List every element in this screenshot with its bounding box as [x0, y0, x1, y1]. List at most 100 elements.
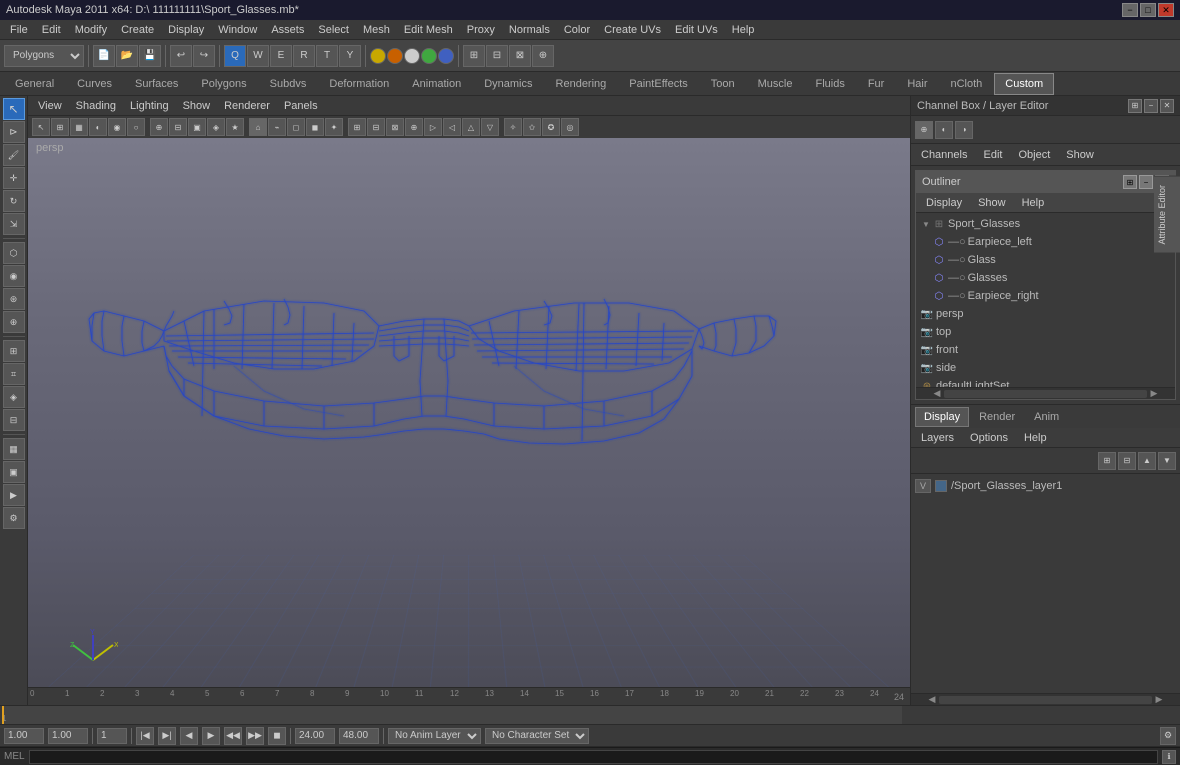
- vp-icon-23[interactable]: △: [462, 118, 480, 136]
- channel-box-close[interactable]: ✕: [1160, 99, 1174, 113]
- toolbar-btn-new[interactable]: 📄: [93, 45, 115, 67]
- menu-createuvs[interactable]: Create UVs: [598, 22, 667, 38]
- vp-icon-10[interactable]: ◈: [207, 118, 225, 136]
- toolbar-btn-misc4[interactable]: ⊕: [532, 45, 554, 67]
- vp-icon-21[interactable]: ▷: [424, 118, 442, 136]
- outliner-scroll-track[interactable]: [944, 390, 1147, 398]
- menu-window[interactable]: Window: [212, 22, 263, 38]
- outliner-float[interactable]: ⊞: [1123, 175, 1137, 189]
- ch-menu-channels[interactable]: Channels: [915, 147, 973, 163]
- layer-icon-1[interactable]: ⊞: [1098, 452, 1116, 470]
- maximize-button[interactable]: □: [1140, 3, 1156, 17]
- tab-fluids[interactable]: Fluids: [804, 73, 855, 95]
- tree-item-glass[interactable]: ⬡ —○ Glass: [916, 251, 1175, 269]
- playback-sound-end[interactable]: [339, 728, 379, 744]
- expand-icon[interactable]: ▼: [920, 218, 932, 230]
- tab-surfaces[interactable]: Surfaces: [124, 73, 189, 95]
- menu-display[interactable]: Display: [162, 22, 210, 38]
- tool-show-manipulator[interactable]: ⊕: [3, 311, 25, 333]
- menu-proxy[interactable]: Proxy: [461, 22, 501, 38]
- tool-universal[interactable]: ⬡: [3, 242, 25, 264]
- playback-step-forward[interactable]: ▶: [202, 727, 220, 745]
- playback-go-end[interactable]: ▶|: [158, 727, 176, 745]
- outliner-scrollbar[interactable]: ◀ ▶: [916, 387, 1175, 399]
- tab-muscle[interactable]: Muscle: [747, 73, 804, 95]
- vp-icon-7[interactable]: ⊕: [150, 118, 168, 136]
- attr-editor-tab[interactable]: Attribute Editor: [1154, 176, 1180, 253]
- tool-move[interactable]: ✛: [3, 167, 25, 189]
- vp-menu-renderer[interactable]: Renderer: [218, 98, 276, 114]
- menu-color[interactable]: Color: [558, 22, 596, 38]
- vp-icon-2[interactable]: ⊞: [51, 118, 69, 136]
- outliner-minimize[interactable]: −: [1139, 175, 1153, 189]
- toolbar-btn-6[interactable]: Y: [339, 45, 361, 67]
- tool-render[interactable]: ▶: [3, 484, 25, 506]
- layers-scroll-track[interactable]: [939, 696, 1152, 704]
- tool-lasso[interactable]: ⊳: [3, 121, 25, 143]
- playback-play-forward[interactable]: ▶▶: [246, 727, 264, 745]
- vp-icon-25[interactable]: ✧: [504, 118, 522, 136]
- tool-snap-view[interactable]: ⊟: [3, 409, 25, 431]
- outl-menu-show[interactable]: Show: [972, 195, 1012, 211]
- ch-icon-2[interactable]: ◐: [935, 121, 953, 139]
- toolbar-btn-misc3[interactable]: ⊠: [509, 45, 531, 67]
- vp-icon-11[interactable]: ★: [226, 118, 244, 136]
- vp-icon-26[interactable]: ✩: [523, 118, 541, 136]
- layers-scroll-right[interactable]: ▶: [1152, 694, 1166, 705]
- tree-item-earpiece-left[interactable]: ⬡ —○ Earpiece_left: [916, 233, 1175, 251]
- tab-toon[interactable]: Toon: [700, 73, 746, 95]
- tool-soft-mod[interactable]: ◉: [3, 265, 25, 287]
- vp-icon-1[interactable]: ↖: [32, 118, 50, 136]
- tree-item-front[interactable]: 📷 front: [916, 341, 1175, 359]
- vp-icon-3[interactable]: ▦: [70, 118, 88, 136]
- playback-go-start[interactable]: |◀: [136, 727, 154, 745]
- vp-icon-17[interactable]: ⊞: [348, 118, 366, 136]
- ch-icon-1[interactable]: ⊕: [915, 121, 933, 139]
- vp-icon-27[interactable]: ✪: [542, 118, 560, 136]
- vp-icon-24[interactable]: ▽: [481, 118, 499, 136]
- channel-box-minimize[interactable]: −: [1144, 99, 1158, 113]
- playback-play-back[interactable]: ◀◀: [224, 727, 242, 745]
- outl-menu-display[interactable]: Display: [920, 195, 968, 211]
- tree-item-earpiece-right[interactable]: ⬡ —○ Earpiece_right: [916, 287, 1175, 305]
- vp-icon-20[interactable]: ⊕: [405, 118, 423, 136]
- vp-icon-18[interactable]: ⊟: [367, 118, 385, 136]
- tool-snap-point[interactable]: ◈: [3, 386, 25, 408]
- playback-step-back[interactable]: ◀: [180, 727, 198, 745]
- tool-render-settings[interactable]: ⚙: [3, 507, 25, 529]
- toolbar-btn-save[interactable]: 💾: [139, 45, 161, 67]
- ch-tab-anim[interactable]: Anim: [1025, 407, 1068, 427]
- tab-general[interactable]: General: [4, 73, 65, 95]
- layers-menu-options[interactable]: Options: [964, 430, 1014, 446]
- toolbar-btn-misc2[interactable]: ⊟: [486, 45, 508, 67]
- tree-item-glasses[interactable]: ⬡ —○ Glasses: [916, 269, 1175, 287]
- render-btn-yellow[interactable]: [370, 48, 386, 64]
- tool-snap-curve[interactable]: ⌗: [3, 363, 25, 385]
- playback-options[interactable]: ⚙: [1160, 727, 1176, 745]
- layer-visibility-toggle[interactable]: V: [915, 479, 931, 493]
- vp-menu-panels[interactable]: Panels: [278, 98, 324, 114]
- outl-menu-help[interactable]: Help: [1016, 195, 1051, 211]
- vp-icon-15[interactable]: ◼: [306, 118, 324, 136]
- menu-modify[interactable]: Modify: [69, 22, 113, 38]
- menu-editmesh[interactable]: Edit Mesh: [398, 22, 459, 38]
- vp-menu-view[interactable]: View: [32, 98, 68, 114]
- ch-tab-display[interactable]: Display: [915, 407, 969, 427]
- toolbar-btn-4[interactable]: R: [293, 45, 315, 67]
- menu-help[interactable]: Help: [726, 22, 761, 38]
- tool-ipr[interactable]: ▣: [3, 461, 25, 483]
- tree-item-defaultlightset[interactable]: ⊛ defaultLightSet: [916, 377, 1175, 387]
- menu-edituvs[interactable]: Edit UVs: [669, 22, 724, 38]
- viewport-canvas[interactable]: persp: [28, 138, 910, 705]
- vp-icon-12[interactable]: ⌂: [249, 118, 267, 136]
- tree-item-persp[interactable]: 📷 persp: [916, 305, 1175, 323]
- timeline-track[interactable]: 1: [2, 706, 902, 724]
- vp-icon-6[interactable]: ○: [127, 118, 145, 136]
- layers-list[interactable]: V /Sport_Glasses_layer1: [911, 474, 1180, 693]
- tab-rendering[interactable]: Rendering: [545, 73, 618, 95]
- menu-mesh[interactable]: Mesh: [357, 22, 396, 38]
- vp-menu-shading[interactable]: Shading: [70, 98, 122, 114]
- ch-menu-show[interactable]: Show: [1060, 147, 1100, 163]
- toolbar-btn-undo[interactable]: ↩: [170, 45, 192, 67]
- playback-start-field[interactable]: 1.00: [4, 728, 44, 744]
